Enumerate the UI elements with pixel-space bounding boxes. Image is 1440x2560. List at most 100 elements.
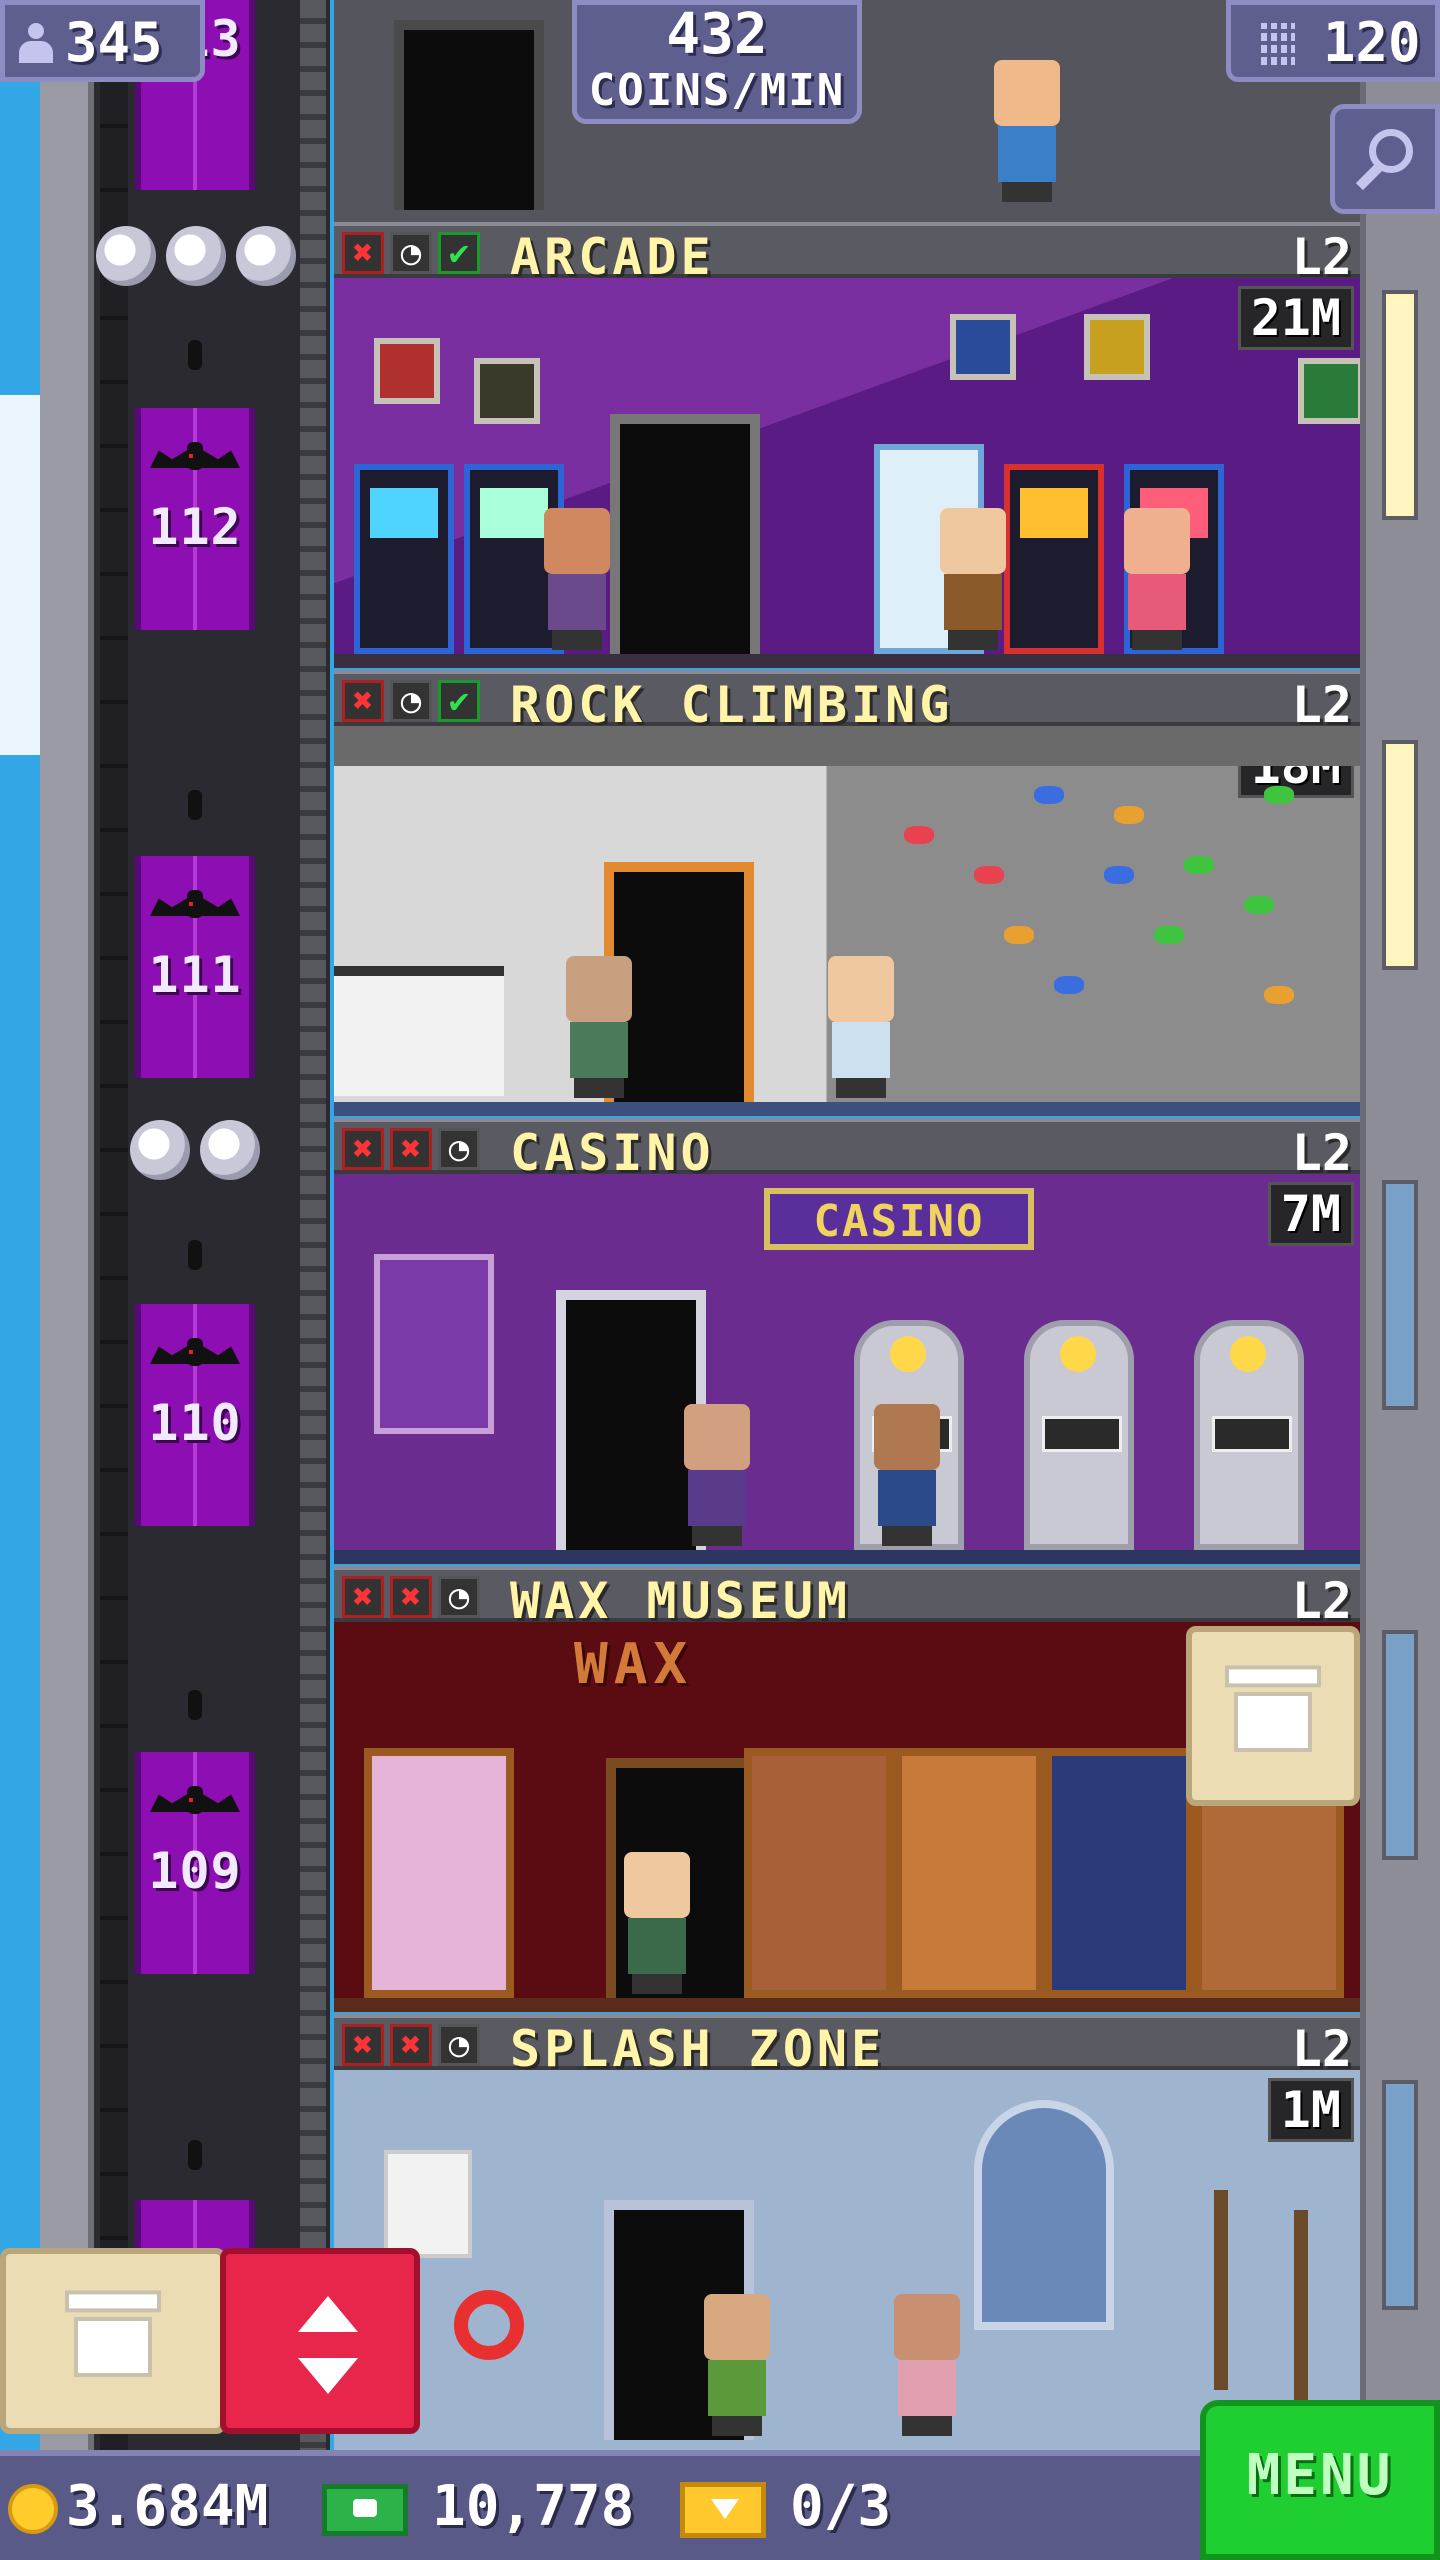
coins-per-min-label: COINS/MIN xyxy=(588,65,846,116)
crate-lid xyxy=(65,2290,161,2313)
star-icon xyxy=(166,226,226,286)
poster xyxy=(374,338,440,404)
wax-figure-booth xyxy=(1044,1748,1194,1998)
poster xyxy=(1298,358,1360,424)
floor-header: ✖ ◔ ✔ ARCADE L2 xyxy=(334,222,1360,286)
building-icon xyxy=(1261,23,1295,65)
search-button[interactable] xyxy=(1330,104,1440,214)
resident[interactable] xyxy=(940,508,1006,650)
shaft-ladder xyxy=(100,0,128,2450)
floor-header: ✖ ◔ ✔ ROCK CLIMBING L2 xyxy=(334,670,1360,734)
floor-base xyxy=(334,1998,1360,2012)
coins-value[interactable]: 3.684M xyxy=(66,2474,268,2539)
life-ring-icon xyxy=(454,2290,524,2360)
close-icon: ✖ xyxy=(342,232,384,274)
down-arrow-icon xyxy=(298,2358,358,2394)
crate-button[interactable] xyxy=(1186,1626,1360,1806)
tower-window xyxy=(1382,290,1418,520)
up-arrow-icon xyxy=(298,2296,358,2332)
floor-base xyxy=(334,1102,1360,1116)
tower-window xyxy=(1382,1630,1418,1860)
bat-icon xyxy=(150,886,240,926)
wax-figure-booth xyxy=(364,1748,514,1998)
floor-arcade[interactable]: ✖ ◔ ✔ ARCADE L2 21M xyxy=(334,222,1360,668)
arcade-machine xyxy=(1004,464,1104,654)
elevator-car[interactable]: 110 xyxy=(135,1304,255,1526)
window xyxy=(974,2100,1114,2330)
shaft-lamp xyxy=(188,2140,202,2170)
floor-room[interactable]: 18M xyxy=(334,726,1360,1116)
coins-per-min-display[interactable]: 432 COINS/MIN xyxy=(572,0,862,124)
star-icon xyxy=(200,1120,260,1180)
crate-icon xyxy=(74,2317,152,2377)
resident[interactable] xyxy=(1124,508,1190,650)
shaft-lamp xyxy=(188,1690,202,1720)
person-icon xyxy=(19,23,53,63)
clock-icon: ◔ xyxy=(390,232,432,274)
floor-room[interactable]: 7M CASINO xyxy=(334,1174,1360,1564)
front-desk xyxy=(334,966,504,1096)
floor-header: ✖ ✖ ◔ SPLASH ZONE L2 xyxy=(334,2014,1360,2078)
coins-per-min-value: 432 xyxy=(666,2,768,67)
population-counter[interactable]: 345 xyxy=(0,0,205,82)
clock-icon: ◔ xyxy=(438,2024,480,2066)
clock-icon: ◔ xyxy=(438,1128,480,1170)
resident[interactable] xyxy=(894,2294,960,2436)
poster xyxy=(1084,314,1150,380)
climbing-hold xyxy=(1264,986,1294,1004)
check-icon: ✔ xyxy=(438,680,480,722)
tower-window xyxy=(1382,2080,1418,2310)
climbing-hold xyxy=(974,866,1004,884)
resident[interactable] xyxy=(624,1852,690,1994)
close-icon: ✖ xyxy=(390,1576,432,1618)
ceiling xyxy=(334,726,1360,766)
elevator-floor-number: 111 xyxy=(148,946,242,1004)
resident[interactable] xyxy=(994,60,1060,202)
floor-count-value: 120 xyxy=(1323,11,1421,74)
elevator-shaft[interactable] xyxy=(94,0,330,2450)
floor-room[interactable]: 21M xyxy=(334,278,1360,668)
climbing-hold xyxy=(1154,926,1184,944)
climbing-hold xyxy=(1244,896,1274,914)
star-icon xyxy=(96,226,156,286)
elevator-button[interactable] xyxy=(220,2248,420,2434)
floor-splash-zone[interactable]: ✖ ✖ ◔ SPLASH ZONE L2 1M xyxy=(334,2014,1360,2454)
elevator-floor-number: 110 xyxy=(148,1394,242,1452)
resident[interactable] xyxy=(566,956,632,1098)
resident[interactable] xyxy=(874,1404,940,1546)
shaft-lamp xyxy=(188,1240,202,1270)
floor-rock-climbing[interactable]: ✖ ◔ ✔ ROCK CLIMBING L2 18M xyxy=(334,670,1360,1116)
close-icon: ✖ xyxy=(342,1576,384,1618)
elevator-car[interactable]: 111 xyxy=(135,856,255,1078)
floor-room[interactable]: 1M xyxy=(334,2070,1360,2454)
crate-button[interactable] xyxy=(0,2248,226,2434)
door xyxy=(610,414,760,654)
poster xyxy=(950,314,1016,380)
floor-count[interactable]: 120 xyxy=(1226,0,1440,82)
check-icon: ✔ xyxy=(438,232,480,274)
floor-base xyxy=(334,1550,1360,1564)
resident[interactable] xyxy=(684,1404,750,1546)
vault-panel xyxy=(374,1254,494,1434)
elevator-car[interactable]: 109 xyxy=(135,1752,255,1974)
climbing-hold xyxy=(1104,866,1134,884)
floor-casino[interactable]: ✖ ✖ ◔ CASINO L2 7M CASINO xyxy=(334,1118,1360,1564)
floor-header: ✖ ✖ ◔ WAX MUSEUM L2 xyxy=(334,1566,1360,1630)
menu-button[interactable]: MENU xyxy=(1200,2400,1440,2560)
shaft-rail xyxy=(300,0,326,2450)
palm-tree xyxy=(1294,2210,1308,2410)
resident[interactable] xyxy=(704,2294,770,2436)
tower-outer-wall xyxy=(40,0,94,2560)
elevator-car[interactable]: 112 xyxy=(135,408,255,630)
crate-icon xyxy=(1234,1692,1312,1752)
star-icon xyxy=(130,1120,190,1180)
tower-window xyxy=(1382,740,1418,970)
palm-tree xyxy=(1214,2190,1228,2390)
tickets-value[interactable]: 0/3 xyxy=(790,2474,891,2539)
resident[interactable] xyxy=(544,508,610,650)
climbing-hold xyxy=(1114,806,1144,824)
bux-value[interactable]: 10,778 xyxy=(432,2474,634,2539)
floor-header: ✖ ✖ ◔ CASINO L2 xyxy=(334,1118,1360,1182)
resident[interactable] xyxy=(828,956,894,1098)
crate-lid xyxy=(1225,1665,1321,1688)
